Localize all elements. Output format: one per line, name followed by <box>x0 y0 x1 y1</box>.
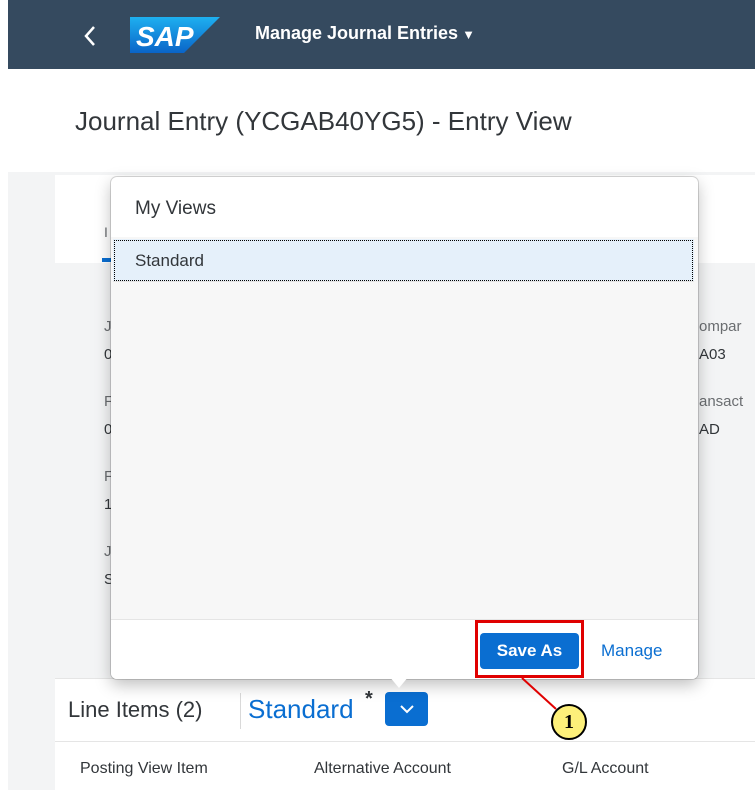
highlight-box <box>475 620 584 678</box>
popover-title: My Views <box>135 198 216 219</box>
step-number-badge: 1 <box>551 704 587 740</box>
title-separator <box>240 693 241 729</box>
list-item-label: Standard <box>135 251 204 270</box>
manage-button[interactable]: Manage <box>601 641 662 661</box>
field-value: AD <box>699 421 720 438</box>
field-label: ompar <box>699 318 742 335</box>
chevron-left-icon <box>84 26 95 46</box>
back-button[interactable] <box>70 20 110 52</box>
app-title-menu[interactable]: Manage Journal Entries ▼ <box>255 23 475 44</box>
logo-text: SAP <box>136 21 194 52</box>
variant-toggle-button[interactable] <box>385 692 428 726</box>
column-alternative-account[interactable]: Alternative Account <box>314 760 451 778</box>
field-label: ansact <box>699 393 744 410</box>
popover-arrow <box>389 676 409 688</box>
variant-modified-marker: * <box>365 688 373 710</box>
views-list: Standard <box>111 237 698 619</box>
app-title: Manage Journal Entries <box>255 23 459 43</box>
line-items-title: Line Items (2) <box>68 697 203 722</box>
chevron-down-icon <box>399 705 414 714</box>
tab-partial[interactable]: I <box>104 224 108 240</box>
column-posting-view-item[interactable]: Posting View Item <box>80 760 208 778</box>
column-gl-account[interactable]: G/L Account <box>562 760 649 778</box>
variant-name[interactable]: Standard <box>248 694 354 725</box>
field-value: A03 <box>699 346 726 363</box>
my-views-popover: My Views Standard Save As Manage <box>111 177 698 679</box>
list-item-standard[interactable]: Standard <box>113 239 694 282</box>
popover-footer: Save As Manage <box>111 619 698 679</box>
shell-bar: SAP Manage Journal Entries ▼ <box>8 0 755 69</box>
page-title: Journal Entry (YCGAB40YG5) - Entry View <box>75 106 572 136</box>
sap-logo[interactable]: SAP <box>130 17 220 58</box>
caret-down-icon: ▼ <box>462 27 475 42</box>
